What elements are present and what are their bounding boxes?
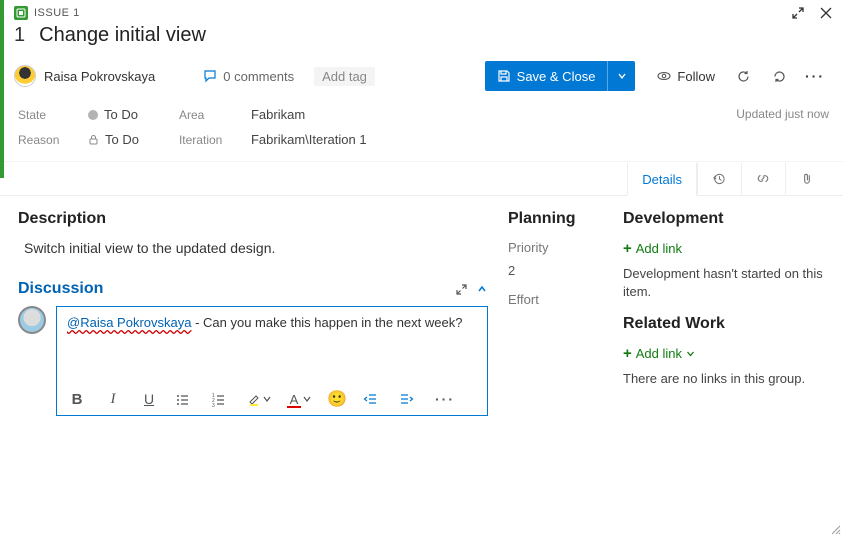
title-bar: ISSUE 1	[0, 0, 843, 22]
state-dot-icon	[88, 110, 98, 120]
history-icon	[712, 171, 726, 186]
discussion-heading: Discussion	[18, 280, 103, 298]
development-heading: Development	[623, 210, 829, 228]
reason-label: Reason	[18, 133, 66, 147]
chevron-down-icon	[686, 349, 695, 358]
area-label: Area	[179, 108, 229, 122]
discussion-collapse-icon[interactable]	[476, 283, 488, 295]
svg-text:3: 3	[212, 403, 215, 407]
planning-column: Planning Priority 2 Effort	[508, 210, 603, 416]
plus-icon: +	[623, 345, 632, 362]
save-icon	[497, 69, 511, 83]
add-tag-button[interactable]: Add tag	[314, 67, 375, 86]
font-color-button[interactable]: A	[287, 391, 311, 407]
number-list-button[interactable]: 123	[211, 392, 231, 407]
related-add-link[interactable]: + Add link	[623, 345, 829, 362]
tabs-row: Details	[0, 161, 843, 196]
discussion-avatar	[18, 306, 46, 334]
eye-icon	[657, 69, 671, 83]
tab-links[interactable]	[741, 162, 785, 195]
underline-button[interactable]: U	[139, 391, 159, 407]
comments-label: 0 comments	[223, 69, 294, 84]
discussion-text[interactable]: @Raisa Pokrovskaya - Can you make this h…	[67, 315, 477, 383]
lock-icon	[88, 134, 99, 145]
bullet-list-button[interactable]	[175, 392, 195, 407]
related-heading: Related Work	[623, 315, 829, 333]
discussion-expand-icon[interactable]	[455, 283, 468, 296]
refresh-icon	[736, 69, 751, 84]
issue-breadcrumb: ISSUE 1	[14, 6, 80, 20]
editor-toolbar: B I U 123 A	[67, 383, 477, 413]
save-dropdown[interactable]	[607, 61, 635, 91]
editor-more-button[interactable]: ···	[435, 391, 455, 407]
related-empty: There are no links in this group.	[623, 370, 829, 388]
refresh-button[interactable]	[729, 69, 757, 84]
title-row: 1 Change initial view	[0, 22, 843, 57]
comments-button[interactable]: 0 comments	[203, 69, 294, 84]
planning-heading: Planning	[508, 210, 603, 228]
chevron-down-icon	[303, 395, 311, 403]
area-value[interactable]: Fabrikam	[251, 107, 305, 122]
assignee-avatar[interactable]	[14, 65, 36, 87]
attachment-icon	[800, 171, 814, 186]
development-empty: Development hasn't started on this item.	[623, 265, 829, 301]
issue-title[interactable]: Change initial view	[39, 24, 206, 47]
reason-value[interactable]: To Do	[88, 132, 139, 147]
main-column: Description Switch initial view to the u…	[18, 210, 488, 416]
tab-attachments[interactable]	[785, 162, 829, 195]
close-icon[interactable]	[819, 6, 833, 20]
chevron-down-icon	[617, 71, 627, 81]
follow-button[interactable]: Follow	[657, 69, 715, 84]
comment-icon	[203, 69, 217, 83]
discussion-text-after: - Can you make this happen in the next w…	[191, 315, 462, 330]
fields-area: State To Do Reason To Do Area Fabrikam I…	[0, 99, 843, 161]
save-close-label: Save & Close	[517, 69, 596, 84]
updated-timestamp: Updated just now	[736, 107, 829, 121]
link-icon	[756, 171, 770, 186]
issue-label: ISSUE 1	[34, 7, 80, 19]
expand-icon[interactable]	[791, 6, 805, 20]
issue-number: 1	[14, 24, 25, 47]
description-body[interactable]: Switch initial view to the updated desig…	[18, 240, 488, 256]
plus-icon: +	[623, 240, 632, 257]
undo-icon	[772, 69, 787, 84]
state-label: State	[18, 108, 66, 122]
more-actions-button[interactable]: ···	[801, 68, 829, 84]
development-add-link[interactable]: + Add link	[623, 240, 829, 257]
meta-row: Raisa Pokrovskaya 0 comments Add tag Sav…	[0, 57, 843, 99]
right-column: Development + Add link Development hasn'…	[623, 210, 829, 416]
undo-button[interactable]	[765, 69, 793, 84]
follow-label: Follow	[677, 69, 715, 84]
resize-grip-icon[interactable]	[829, 523, 841, 535]
priority-label: Priority	[508, 240, 603, 255]
highlight-button[interactable]	[247, 392, 271, 406]
assignee-name[interactable]: Raisa Pokrovskaya	[44, 69, 155, 84]
iteration-label: Iteration	[179, 133, 229, 147]
emoji-button[interactable]: 🙂	[327, 389, 347, 409]
chevron-down-icon	[263, 395, 271, 403]
issue-type-icon	[14, 6, 28, 20]
discussion-editor[interactable]: @Raisa Pokrovskaya - Can you make this h…	[56, 306, 488, 416]
description-heading: Description	[18, 210, 488, 228]
iteration-value[interactable]: Fabrikam\Iteration 1	[251, 132, 367, 147]
bold-button[interactable]: B	[67, 391, 87, 408]
outdent-button[interactable]	[363, 392, 383, 407]
indent-button[interactable]	[399, 392, 419, 407]
state-value[interactable]: To Do	[88, 107, 138, 122]
effort-label[interactable]: Effort	[508, 292, 603, 307]
discussion-mention[interactable]: @Raisa Pokrovskaya	[67, 315, 191, 330]
italic-button[interactable]: I	[103, 391, 123, 408]
priority-value[interactable]: 2	[508, 263, 603, 278]
body-columns: Description Switch initial view to the u…	[0, 196, 843, 416]
tab-history[interactable]	[697, 162, 741, 195]
save-close-button[interactable]: Save & Close	[485, 61, 636, 91]
tab-details[interactable]: Details	[627, 162, 697, 196]
